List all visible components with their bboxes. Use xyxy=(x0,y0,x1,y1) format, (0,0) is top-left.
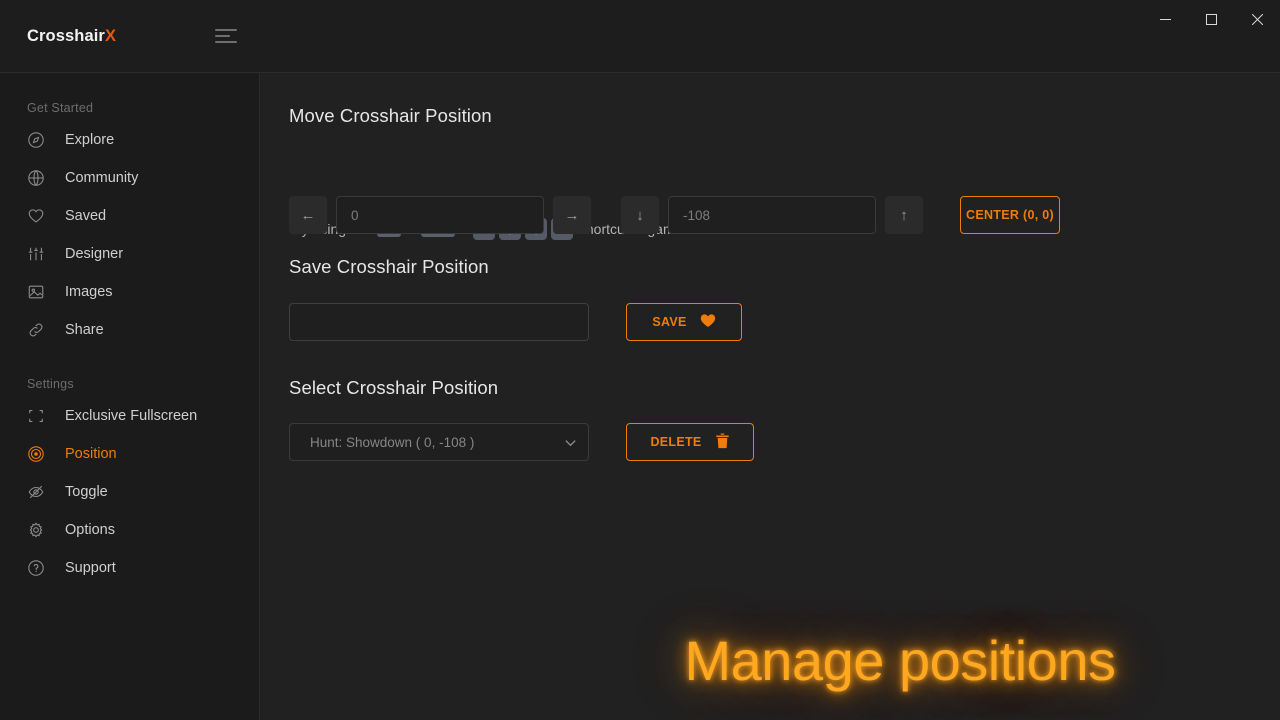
sidebar-item-label: Support xyxy=(65,560,116,576)
compass-icon xyxy=(27,130,51,150)
delete-button-label: DELETE xyxy=(650,435,702,449)
target-icon xyxy=(27,444,51,464)
main-content: Move Crosshair Position Try using the Al… xyxy=(260,73,1280,720)
sidebar-item-toggle[interactable]: Toggle xyxy=(0,473,259,511)
move-down-button[interactable]: ↓ xyxy=(621,196,659,234)
sidebar-item-community[interactable]: Community xyxy=(0,159,259,197)
y-position-input[interactable] xyxy=(668,196,876,234)
save-position-row: SAVE xyxy=(289,303,742,341)
sidebar-item-explore[interactable]: Explore xyxy=(0,121,259,159)
delete-button[interactable]: DELETE xyxy=(626,423,754,461)
hamburger-icon[interactable] xyxy=(215,29,237,45)
sidebar-item-images[interactable]: Images xyxy=(0,273,259,311)
sidebar-group-title-get-started: Get Started xyxy=(27,101,94,115)
sidebar-item-label: Options xyxy=(65,522,115,538)
heart-filled-icon xyxy=(700,313,716,332)
gear-icon xyxy=(27,520,51,540)
select-position-row: Hunt: Showdown ( 0, -108 ) DELETE xyxy=(289,423,754,461)
move-section-title: Move Crosshair Position xyxy=(289,105,492,126)
x-position-input[interactable] xyxy=(336,196,544,234)
sidebar-item-label: Designer xyxy=(65,246,124,262)
save-button[interactable]: SAVE xyxy=(626,303,742,341)
center-button[interactable]: CENTER (0, 0) xyxy=(960,196,1060,234)
sidebar-item-support[interactable]: Support xyxy=(0,549,259,587)
maximize-icon xyxy=(1205,13,1217,25)
sidebar-item-label: Images xyxy=(65,284,113,300)
globe-icon xyxy=(27,168,51,188)
question-circle-icon xyxy=(27,558,51,578)
sidebar-item-label: Exclusive Fullscreen xyxy=(65,408,198,424)
sidebar-item-share[interactable]: Share xyxy=(0,311,259,349)
sidebar-item-label: Share xyxy=(65,322,104,338)
sidebar-item-label: Position xyxy=(65,446,117,462)
minimize-button[interactable] xyxy=(1142,0,1188,38)
title-bar: CrosshairX xyxy=(0,0,1280,73)
link-icon xyxy=(27,320,51,340)
arrow-down-icon: ↓ xyxy=(636,206,644,224)
app-brand: CrosshairX xyxy=(27,27,116,46)
arrow-up-icon: ↑ xyxy=(900,206,908,224)
sidebar-item-position[interactable]: Position xyxy=(0,435,259,473)
sidebar-item-designer[interactable]: Designer xyxy=(0,235,259,273)
overlay-caption: Manage positions xyxy=(684,629,1116,692)
arrow-right-icon: → xyxy=(564,206,580,224)
arrow-left-icon: ← xyxy=(300,206,316,224)
maximize-button[interactable] xyxy=(1188,0,1234,38)
position-select-wrapper: Hunt: Showdown ( 0, -108 ) xyxy=(289,423,589,461)
sidebar-item-label: Toggle xyxy=(65,484,108,500)
save-section-title: Save Crosshair Position xyxy=(289,256,489,277)
move-left-button[interactable]: ← xyxy=(289,196,327,234)
minimize-icon xyxy=(1159,18,1171,20)
close-button[interactable] xyxy=(1234,0,1280,38)
position-select[interactable]: Hunt: Showdown ( 0, -108 ) xyxy=(289,423,589,461)
sidebar-group-title-settings: Settings xyxy=(27,377,74,391)
move-right-button[interactable]: → xyxy=(553,196,591,234)
select-section-title: Select Crosshair Position xyxy=(289,377,499,398)
sidebar: Get Started Explore Community Saved Desi… xyxy=(0,73,260,720)
sidebar-item-options[interactable]: Options xyxy=(0,511,259,549)
sidebar-item-saved[interactable]: Saved xyxy=(0,197,259,235)
heart-icon xyxy=(27,206,51,226)
eye-off-icon xyxy=(27,482,51,502)
sidebar-item-exclusive-fullscreen[interactable]: Exclusive Fullscreen xyxy=(0,397,259,435)
sidebar-item-label: Community xyxy=(65,170,139,186)
close-icon xyxy=(1251,13,1263,25)
sidebar-item-label: Saved xyxy=(65,208,107,224)
position-controls-row: ← → ↓ ↑ CENTER (0, 0) xyxy=(289,196,1060,234)
brand-accent-letter: X xyxy=(104,27,117,45)
save-button-label: SAVE xyxy=(652,315,687,329)
brand-name: Crosshair xyxy=(27,27,105,45)
app-window: CrosshairX Get Started Explore Community… xyxy=(0,0,1280,720)
trash-icon xyxy=(715,432,730,452)
image-icon xyxy=(27,282,51,302)
fullscreen-icon xyxy=(27,406,51,426)
position-name-input[interactable] xyxy=(289,303,589,341)
sidebar-item-label: Explore xyxy=(65,132,115,148)
window-controls xyxy=(1142,0,1280,38)
sliders-icon xyxy=(27,244,51,264)
move-up-button[interactable]: ↑ xyxy=(885,196,923,234)
